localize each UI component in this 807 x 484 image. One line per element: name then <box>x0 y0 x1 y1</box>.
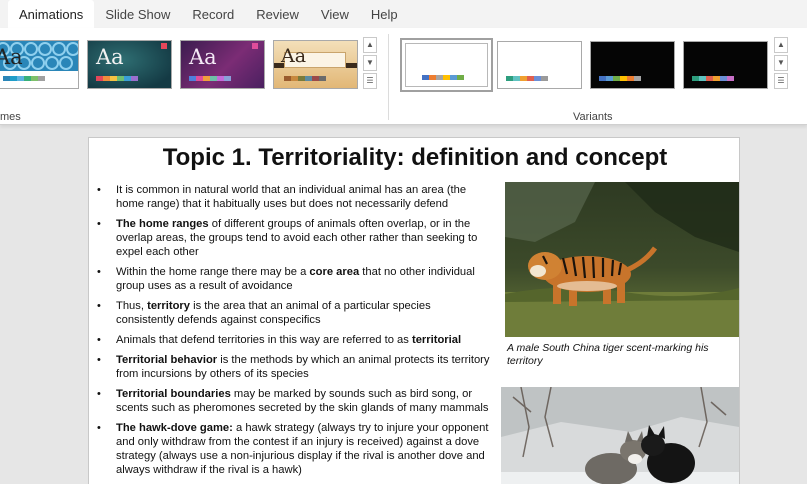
cats-photo[interactable] <box>501 387 739 484</box>
bullet-bold-text: The hawk-dove game: <box>116 422 233 434</box>
themes-scroll-down-button[interactable]: ▼ <box>363 55 377 71</box>
variant-thumbnail-black[interactable] <box>590 41 675 89</box>
themes-group-label: mes <box>0 111 21 123</box>
theme-swatches <box>96 76 138 81</box>
tab-record[interactable]: Record <box>181 0 245 28</box>
themes-scroll-up-button[interactable]: ▲ <box>363 37 377 53</box>
variants-gallery-scroll: ▲ ▼ ☰ <box>774 37 788 91</box>
theme-swatches <box>189 76 231 81</box>
tab-view[interactable]: View <box>310 0 360 28</box>
variant-swatches <box>599 76 641 81</box>
bullet-item: Territorial boundaries may be marked by … <box>95 387 490 415</box>
theme-accent-mark <box>161 43 167 49</box>
bullet-text: It is common in natural world that an in… <box>116 184 467 210</box>
variant-swatches <box>692 76 734 81</box>
theme-accent-mark <box>252 43 258 49</box>
variant-swatches <box>422 75 464 80</box>
tiger-caption[interactable]: A male South China tiger scent-marking h… <box>507 342 732 368</box>
bullet-bold-text: Territorial behavior <box>116 354 218 366</box>
slide-canvas[interactable]: Topic 1. Territoriality: definition and … <box>88 137 740 484</box>
theme-aa-text: Aa <box>0 45 23 69</box>
bullet-item: Thus, territory is the area that an anim… <box>95 299 490 327</box>
bullet-bold-text: territory <box>147 300 190 312</box>
bullet-text: Within the home range there may be a <box>116 266 310 278</box>
bullet-item: Animals that defend territories in this … <box>95 333 490 347</box>
bullet-bold-text: territorial <box>411 334 462 346</box>
tiger-image <box>505 182 739 337</box>
tab-review[interactable]: Review <box>245 0 310 28</box>
variant-thumbnail-white-selected[interactable] <box>400 38 493 92</box>
variant-swatches <box>506 76 548 81</box>
ribbon-panel: Aa Aa Aa Aa ▲ ▼ ☰ mes <box>0 28 807 125</box>
theme-aa-text: Aa <box>189 45 217 69</box>
variant-thumbnail-black-alt[interactable] <box>683 41 768 89</box>
bullet-item: The hawk-dove game: a hawk strategy (alw… <box>95 421 490 477</box>
bullet-item: Within the home range there may be a cor… <box>95 265 490 293</box>
theme-thumbnail-tan[interactable]: Aa <box>273 40 358 89</box>
bullet-bold-text: core area <box>309 266 360 278</box>
themes-more-button[interactable]: ☰ <box>363 73 377 89</box>
bullet-list[interactable]: It is common in natural world that an in… <box>95 183 490 483</box>
cats-image <box>501 387 739 484</box>
theme-thumbnail-teal[interactable]: Aa <box>87 40 172 89</box>
bullet-text: Animals that defend territories in this … <box>116 334 412 346</box>
variant-preview <box>405 43 488 87</box>
variant-thumbnail-white[interactable] <box>497 41 582 89</box>
bullet-item: Territorial behavior is the methods by w… <box>95 353 490 381</box>
bullet-text: Thus, <box>116 300 148 312</box>
tab-animations[interactable]: Animations <box>8 0 95 28</box>
variants-scroll-up-button[interactable]: ▲ <box>774 37 788 53</box>
theme-thumbnail-pattern[interactable]: Aa <box>0 40 79 89</box>
variants-scroll-down-button[interactable]: ▼ <box>774 55 788 71</box>
group-separator <box>388 34 389 120</box>
theme-swatches <box>284 76 326 81</box>
tab-slide-show[interactable]: Slide Show <box>94 0 181 28</box>
bullet-bold-text: The home ranges <box>116 218 209 230</box>
theme-swatches <box>3 76 45 81</box>
theme-aa-text: Aa <box>281 45 307 67</box>
variants-more-button[interactable]: ☰ <box>774 73 788 89</box>
tab-help[interactable]: Help <box>360 0 409 28</box>
theme-aa-text: Aa <box>96 45 124 69</box>
variants-group-label: Variants <box>573 111 613 123</box>
themes-gallery-scroll: ▲ ▼ ☰ <box>363 37 377 91</box>
tiger-photo[interactable] <box>505 182 739 337</box>
bullet-item: It is common in natural world that an in… <box>95 183 490 211</box>
theme-thumbnail-purple[interactable]: Aa <box>180 40 265 89</box>
bullet-bold-text: Territorial boundaries <box>116 388 231 400</box>
slide-title[interactable]: Topic 1. Territoriality: definition and … <box>89 144 739 172</box>
ribbon-tab-bar: Animations Slide Show Record Review View… <box>0 0 807 28</box>
bullet-item: The home ranges of different groups of a… <box>95 217 490 259</box>
